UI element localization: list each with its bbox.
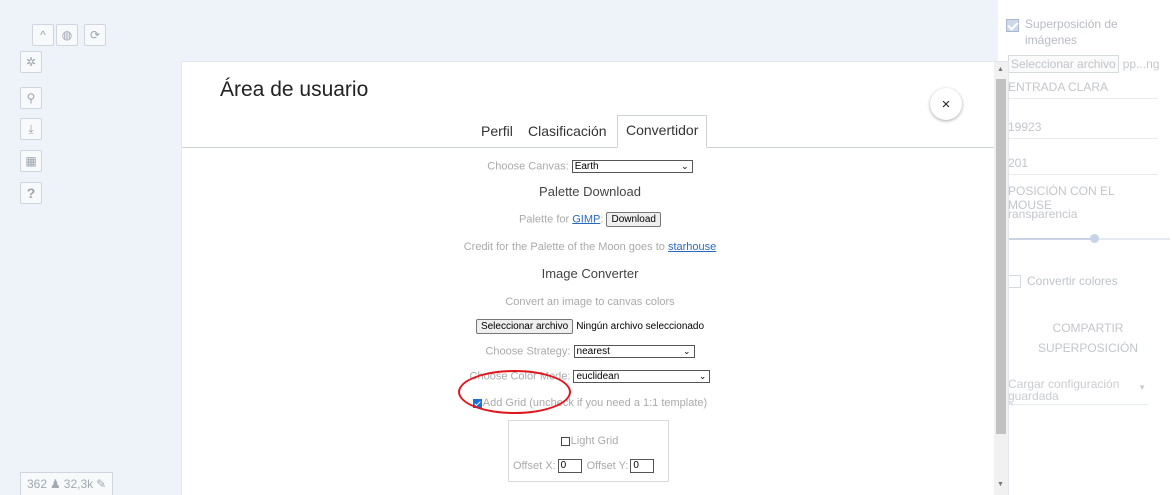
- red-annotation-circle: [458, 370, 571, 414]
- canvas-select[interactable]: Earth ⌄: [571, 160, 693, 173]
- color-mode-row: Choose Color Mode: euclidean ⌄: [182, 370, 998, 383]
- tab-converter[interactable]: Convertidor: [617, 115, 708, 148]
- scroll-up-icon[interactable]: ▲: [997, 66, 1004, 73]
- image-file-input[interactable]: Seleccionar archivo Ningún archivo selec…: [475, 319, 705, 334]
- modal-title: Área de usuario: [220, 78, 369, 101]
- select-file-button[interactable]: Seleccionar archivo: [475, 319, 574, 334]
- chevron-down-icon: ⌄: [681, 161, 689, 171]
- color-mode-select[interactable]: euclidean ⌄: [573, 370, 711, 383]
- image-converter-heading: Image Converter: [541, 266, 639, 281]
- strategy-row: Choose Strategy: nearest ⌄: [182, 345, 998, 358]
- tab-ranking[interactable]: Clasificación: [528, 119, 607, 146]
- starhouse-link[interactable]: starhouse: [668, 241, 716, 253]
- color-mode-select-value: euclidean: [576, 371, 620, 382]
- user-area-modal: Área de usuario × Perfil Clasificación C…: [182, 62, 1008, 495]
- file-input-row: Seleccionar archivo Ningún archivo selec…: [182, 319, 998, 334]
- close-icon: ×: [941, 95, 951, 113]
- grid-options-box: Light Grid Offset X: 0 Offset Y: 0: [508, 420, 669, 482]
- palette-colon: :: [600, 213, 604, 226]
- offset-y-input[interactable]: 0: [630, 459, 655, 473]
- strategy-select[interactable]: nearest ⌄: [573, 345, 695, 358]
- modal-tabs: Perfil Clasificación Convertidor: [182, 115, 998, 148]
- scroll-down-icon[interactable]: ▼: [997, 481, 1004, 488]
- offset-row: Offset X: 0 Offset Y: 0: [513, 459, 655, 473]
- light-grid-checkbox[interactable]: [560, 436, 570, 446]
- palette-download-heading: Palette Download: [539, 184, 641, 199]
- light-grid-row: Light Grid: [509, 435, 670, 447]
- chevron-down-icon: ⌄: [682, 346, 691, 356]
- tab-profile[interactable]: Perfil: [481, 119, 513, 146]
- no-file-text: Ningún archivo seleccionado: [576, 321, 705, 332]
- modal-scrollbar[interactable]: ▲ ▼: [994, 62, 1008, 495]
- palette-for-label: Palette for: [519, 213, 570, 226]
- choose-canvas-row: Choose Canvas: Earth ⌄: [182, 160, 998, 173]
- choose-canvas-label: Choose Canvas:: [487, 160, 569, 173]
- offset-x-input[interactable]: 0: [557, 459, 582, 473]
- offset-y-label: Offset Y:: [586, 460, 629, 472]
- credit-row: Credit for the Palette of the Moon goes …: [182, 241, 998, 253]
- convert-description: Convert an image to canvas colors: [505, 296, 675, 308]
- offset-x-label: Offset X:: [513, 460, 556, 472]
- strategy-select-value: nearest: [576, 346, 610, 357]
- palette-for-row: Palette for GIMP: Download: [182, 212, 998, 227]
- add-grid-row: Add Grid (uncheck if you need a 1:1 temp…: [182, 397, 998, 409]
- scrollbar-thumb[interactable]: [996, 79, 1006, 434]
- converter-panel: Choose Canvas: Earth ⌄ Palette Download …: [182, 148, 998, 495]
- chevron-down-icon: ⌄: [698, 371, 707, 381]
- credit-text: Credit for the Palette of the Moon goes …: [463, 241, 665, 253]
- gimp-link[interactable]: GIMP: [572, 213, 600, 225]
- download-palette-button[interactable]: Download: [606, 212, 661, 227]
- canvas-select-value: Earth: [574, 161, 599, 172]
- light-grid-label: Light Grid: [570, 435, 619, 447]
- strategy-label: Choose Strategy:: [485, 345, 571, 358]
